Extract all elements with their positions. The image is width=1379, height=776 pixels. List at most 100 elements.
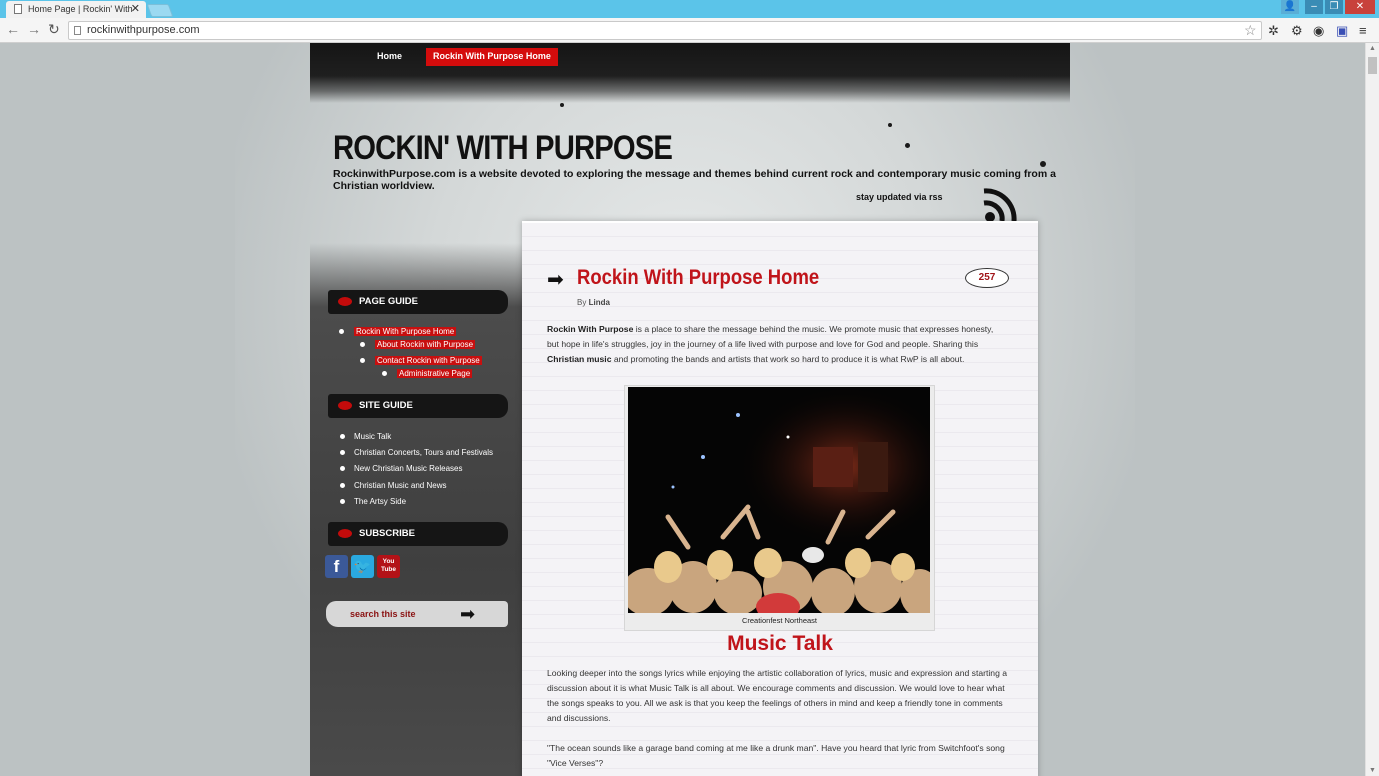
page-info-icon[interactable] [74, 26, 81, 35]
bullet [360, 342, 365, 347]
site-guide-item[interactable]: The Artsy Side [340, 497, 407, 506]
site-guide-heading: SITE GUIDE [328, 394, 508, 418]
settings-gear-icon[interactable]: ⚙ [1291, 23, 1303, 39]
lyric-quote-paragraph: "The ocean sounds like a garage band com… [547, 743, 1005, 768]
tab-title: Home Page | Rockin' With [28, 4, 133, 14]
post-byline: By Linda [577, 298, 610, 307]
youtube-label-top: You [382, 558, 395, 565]
page-viewport: Home Rockin With Purpose Home ROCKIN' WI… [0, 43, 1365, 776]
post-author[interactable]: Linda [589, 298, 610, 307]
bullet [360, 358, 365, 363]
subscribe-title: SUBSCRIBE [359, 528, 415, 539]
page-guide-item[interactable]: Rockin With Purpose Home [339, 327, 457, 336]
minimize-button[interactable]: – [1305, 0, 1323, 14]
browser-tab[interactable]: Home Page | Rockin' With ✕ [6, 1, 146, 18]
restore-button[interactable]: ❐ [1325, 0, 1343, 14]
bookmark-star-icon[interactable]: ☆ [1244, 22, 1257, 39]
scroll-up-arrow-icon[interactable]: ▲ [1369, 45, 1376, 52]
rss-label[interactable]: stay updated via rss [856, 192, 943, 202]
post-arrow-icon: ➡ [547, 269, 564, 291]
site-guide-item[interactable]: New Christian Music Releases [340, 464, 463, 473]
music-talk-paragraph: Looking deeper into the songs lyrics whi… [547, 668, 1008, 723]
site-guide-item[interactable]: Music Talk [340, 432, 392, 441]
site-title[interactable]: ROCKIN' WITH PURPOSE [333, 129, 673, 168]
page-guide-item[interactable]: Administrative Page [382, 369, 473, 378]
bullet [339, 329, 344, 334]
section-heading-music-talk: Music Talk [727, 632, 833, 655]
page-guide-title: PAGE GUIDE [359, 296, 418, 307]
reload-icon[interactable]: ↻ [48, 21, 60, 38]
back-icon[interactable]: ← [6, 21, 20, 37]
user-icon[interactable]: 👤 [1281, 0, 1299, 14]
bullet [340, 450, 345, 455]
menu-icon[interactable]: ≡ [1359, 23, 1367, 38]
intro-paragraph: Rockin With Purpose is a place to share … [547, 322, 1007, 367]
close-tab-icon[interactable]: ✕ [131, 2, 140, 15]
bullet [340, 434, 345, 439]
site-guide-item[interactable]: Christian Concerts, Tours and Festivals [340, 448, 494, 457]
subscribe-heading: SUBSCRIBE [328, 522, 508, 546]
bullet [340, 483, 345, 488]
ink-splat [560, 103, 564, 107]
site-guide-item-label: New Christian Music Releases [354, 464, 463, 473]
site-guide-item-label: Christian Music and News [354, 481, 447, 490]
extension-app-icon[interactable]: ▣ [1336, 23, 1348, 39]
bullet [340, 499, 345, 504]
page-guide-item-label: About Rockin with Purpose [375, 340, 476, 349]
browser-toolbar: ← → ↻ rockinwithpurpose.com ☆ ✲ ⚙ ◉ ▣ ≡ [0, 18, 1379, 43]
concert-crowd-illustration [628, 387, 930, 613]
page-icon [14, 4, 22, 14]
new-tab-button[interactable] [146, 4, 174, 17]
close-window-button[interactable]: ✕ [1345, 0, 1375, 14]
search-submit-arrow-icon[interactable]: ➡ [460, 605, 475, 623]
browser-titlebar: Home Page | Rockin' With ✕ 👤 – ❐ ✕ [0, 0, 1379, 18]
vertical-scrollbar[interactable]: ▲ ▼ [1365, 43, 1379, 776]
header-black-band [310, 43, 1070, 103]
ink-splat [888, 123, 892, 127]
window-controls: 👤 – ❐ ✕ [1281, 0, 1375, 14]
site-guide-item-label: The Artsy Side [354, 497, 407, 506]
page-guide-item[interactable]: Contact Rockin with Purpose [360, 356, 482, 365]
nav-rwp-home[interactable]: Rockin With Purpose Home [426, 48, 558, 66]
site-description: RockinwithPurpose.com is a website devot… [333, 168, 1056, 192]
page-guide-heading: PAGE GUIDE [328, 290, 508, 314]
post-title[interactable]: Rockin With Purpose Home [577, 266, 819, 290]
site-guide-item-label: Music Talk [354, 432, 392, 441]
site-guide-title: SITE GUIDE [359, 400, 413, 411]
intro-bold-christian-music: Christian music [547, 354, 612, 364]
ink-splat [1040, 161, 1046, 167]
page-guide-item[interactable]: About Rockin with Purpose [360, 340, 476, 349]
page-guide-item-label: Contact Rockin with Purpose [375, 356, 482, 365]
address-bar[interactable]: rockinwithpurpose.com [68, 21, 1262, 40]
search-input[interactable]: search this site [326, 601, 508, 627]
comment-count-badge[interactable]: 257 [965, 268, 1009, 288]
facebook-icon[interactable]: f [325, 555, 348, 578]
intro-bold-name: Rockin With Purpose [547, 324, 634, 334]
ink-splat [905, 143, 910, 148]
intro-text-2: and promoting the bands and artists that… [611, 354, 965, 364]
lips-icon [338, 401, 352, 410]
bullet [382, 371, 387, 376]
search-placeholder: search this site [350, 609, 416, 619]
lips-icon [338, 529, 352, 538]
sidebar [310, 243, 525, 776]
url-text: rockinwithpurpose.com [87, 24, 200, 36]
scroll-thumb[interactable] [1368, 57, 1377, 74]
forward-icon[interactable]: → [27, 21, 41, 37]
byline-label: By [577, 298, 587, 307]
page-guide-item-label: Rockin With Purpose Home [354, 327, 457, 336]
site-guide-item-label: Christian Concerts, Tours and Festivals [354, 448, 494, 457]
site-guide-item[interactable]: Christian Music and News [340, 481, 447, 490]
lips-icon [338, 297, 352, 306]
nav-home[interactable]: Home [370, 48, 409, 66]
extension-circle-icon[interactable]: ◉ [1313, 23, 1324, 39]
bullet [340, 466, 345, 471]
youtube-label-bottom: Tube [380, 566, 397, 573]
scroll-down-arrow-icon[interactable]: ▼ [1369, 767, 1376, 774]
concert-photo[interactable] [628, 387, 930, 613]
page-guide-item-label: Administrative Page [397, 369, 473, 378]
photo-caption: Creationfest Northeast [741, 616, 818, 625]
twitter-icon[interactable]: 🐦 [351, 555, 374, 578]
youtube-icon[interactable]: You Tube [377, 555, 400, 578]
extension-icon[interactable]: ✲ [1268, 23, 1279, 39]
